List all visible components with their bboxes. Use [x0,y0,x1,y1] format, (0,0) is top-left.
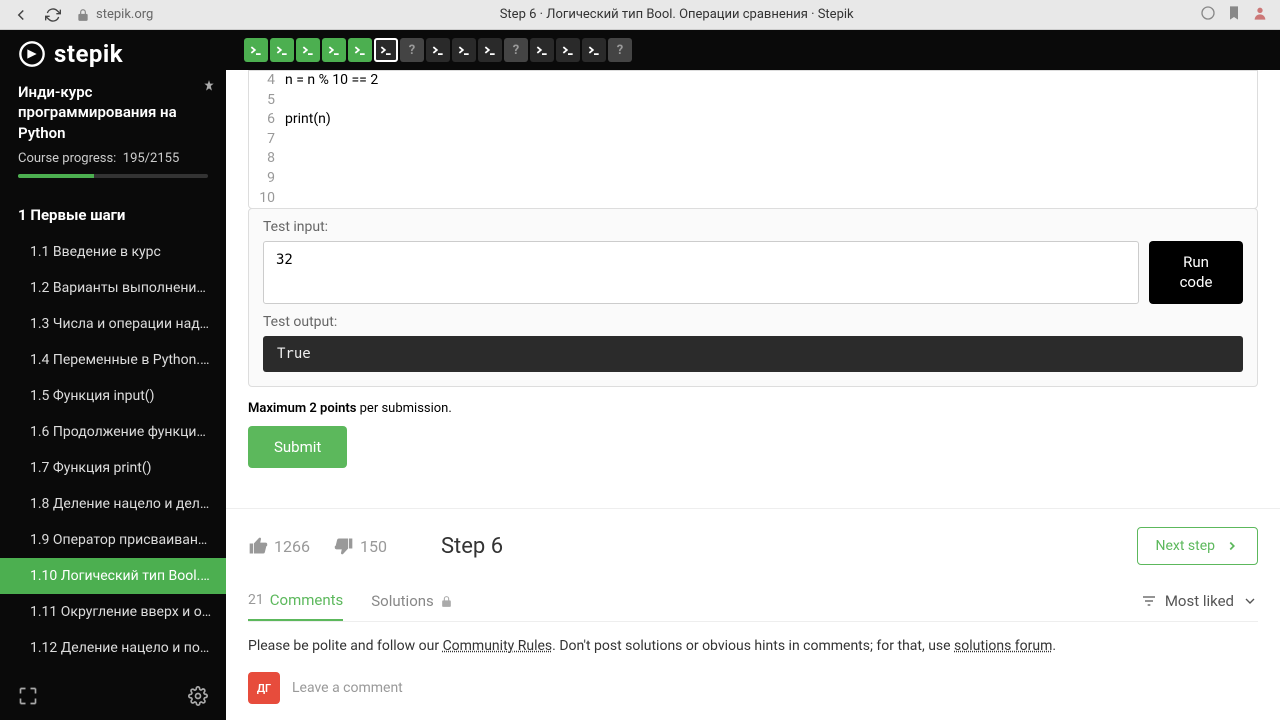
avatar: ДГ [248,672,280,704]
sidebar-item-lesson[interactable]: 1.12 Деление нацело и по … [0,630,226,666]
step-box[interactable] [426,38,450,62]
chevron-down-icon [1242,593,1258,609]
community-rules-link[interactable]: Community Rules [443,638,553,654]
test-input-label: Test input: [263,219,1243,235]
comment-input[interactable]: Leave a comment [292,680,1258,696]
bookmark-icon[interactable] [1226,5,1242,25]
dislike-button[interactable]: 150 [334,536,387,556]
step-box[interactable] [478,38,502,62]
solutions-forum-link[interactable]: solutions forum [954,638,1052,654]
sidebar-item-lesson[interactable]: 1.4 Переменные в Python. … [0,342,226,378]
step-box[interactable]: ? [608,38,632,62]
logo[interactable]: stepik [0,30,226,76]
sidebar-item-lesson[interactable]: 1.9 Оператор присваивани… [0,522,226,558]
back-button[interactable] [12,6,30,24]
chevron-right-icon [1225,539,1239,553]
step-label: Step 6 [441,534,503,559]
browser-toolbar: stepik.org Step 6 · Логический тип Bool.… [0,0,1280,30]
section-title[interactable]: 1 Первые шаги [0,188,226,234]
reader-icon[interactable] [1200,5,1216,25]
test-output: True [263,336,1243,372]
pin-icon[interactable] [202,78,216,97]
step-box[interactable] [296,38,320,62]
settings-icon[interactable] [188,686,208,710]
sidebar-item-lesson[interactable]: 1.1 Введение в курс [0,234,226,270]
progress-bar [18,174,208,178]
reload-button[interactable] [44,6,62,24]
code-editor[interactable]: 4n = n % 10 == 256print(n)78910 [248,70,1258,209]
course-title: Инди-курс программирования на Python [18,82,208,143]
test-block: Test input: 32 Run code Test output: Tru… [248,208,1258,387]
url-bar[interactable]: stepik.org [76,7,153,22]
test-input[interactable]: 32 [263,241,1139,304]
step-box[interactable] [348,38,372,62]
sidebar-item-lesson[interactable]: 1.8 Деление нацело и дел… [0,486,226,522]
step-box[interactable] [530,38,554,62]
step-box[interactable]: ? [504,38,528,62]
sort-icon [1141,593,1157,609]
sidebar-item-lesson[interactable]: 1.3 Числа и операции над … [0,306,226,342]
sidebar: stepik Инди-курс программирования на Pyt… [0,30,226,720]
step-box[interactable] [322,38,346,62]
lock-icon [440,595,453,608]
step-box[interactable] [244,38,268,62]
test-output-label: Test output: [263,314,1243,330]
step-box[interactable] [452,38,476,62]
step-box[interactable]: ? [400,38,424,62]
sidebar-item-lesson[interactable]: 1.7 Функция print() [0,450,226,486]
thumbs-up-icon [248,536,268,556]
sort-dropdown[interactable]: Most liked [1141,582,1258,620]
lesson-list: 1.1 Введение в курс1.2 Варианты выполнен… [0,234,226,676]
like-button[interactable]: 1266 [248,536,310,556]
points-text: Maximum 2 points per submission. [248,401,1258,416]
next-step-button[interactable]: Next step [1137,527,1259,565]
sidebar-item-lesson[interactable]: 1.2 Варианты выполнения… [0,270,226,306]
step-box[interactable] [556,38,580,62]
step-box[interactable] [270,38,294,62]
profile-icon[interactable] [1252,5,1268,25]
course-progress: Course progress: 195/2155 [18,151,208,166]
fullscreen-icon[interactable] [18,686,38,710]
step-box[interactable] [374,38,398,62]
page-title: Step 6 · Логический тип Bool. Операции с… [167,7,1186,22]
sidebar-item-lesson[interactable]: 1.11 Округление вверх и о… [0,594,226,630]
sidebar-item-lesson[interactable]: 1.5 Функция input() [0,378,226,414]
tab-comments[interactable]: 21 Comments [248,581,343,621]
rules-text: Please be polite and follow our Communit… [248,622,1258,672]
tab-solutions[interactable]: Solutions [371,582,453,620]
run-code-button[interactable]: Run code [1149,241,1243,304]
step-navigation: ??? [226,30,1280,70]
submit-button[interactable]: Submit [248,426,347,468]
step-box[interactable] [582,38,606,62]
thumbs-down-icon [334,536,354,556]
main-content: ??? 4n = n % 10 == 256print(n)78910 Test… [226,30,1280,720]
sidebar-item-lesson[interactable]: 1.6 Продолжение функции… [0,414,226,450]
sidebar-item-lesson[interactable]: 1.10 Логический тип Bool. … [0,558,226,594]
